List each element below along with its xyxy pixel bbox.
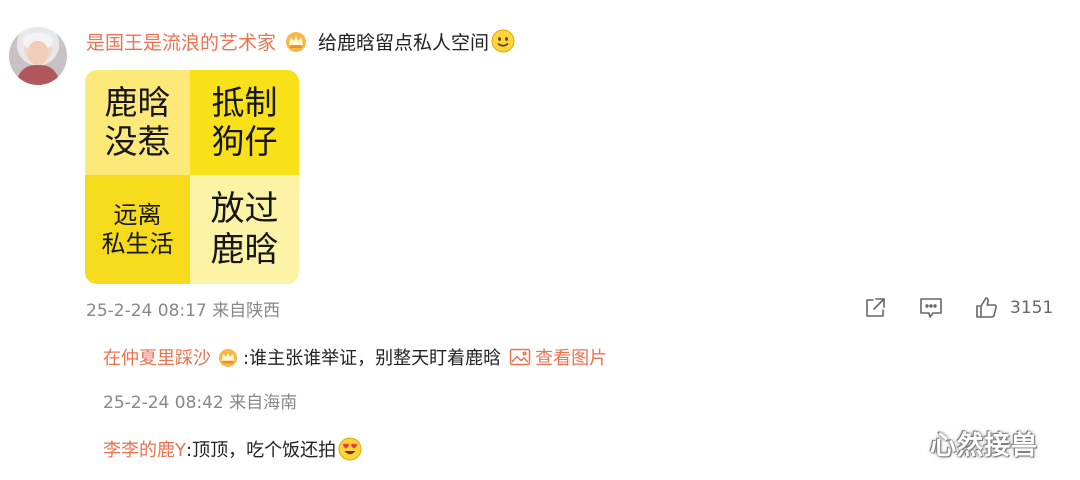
comment-item: 李李的鹿Y :顶顶，吃个饭还拍 (103, 436, 362, 462)
view-image-label: 查看图片 (535, 348, 608, 369)
image-icon (509, 348, 531, 366)
comment-location: 来自海南 (229, 393, 298, 413)
author-avatar[interactable] (9, 27, 67, 85)
image-cell: 抵制 狗仔 (190, 70, 299, 175)
like-count: 3151 (1010, 298, 1054, 318)
share-icon[interactable] (860, 294, 890, 322)
image-cell: 放过 鹿晗 (190, 175, 299, 284)
post-location: 来自陕西 (212, 301, 281, 321)
comment-icon[interactable] (916, 294, 946, 322)
image-cell-line: 远离 (113, 201, 162, 230)
avatar-face (28, 41, 48, 65)
view-image-link[interactable]: 查看图片 (509, 344, 607, 370)
post-timestamp: 25-2-24 08:17 (86, 301, 207, 321)
post-image[interactable]: 鹿晗 没惹 抵制 狗仔 远离 私生活 放过 鹿晗 (85, 70, 299, 284)
image-cell: 远离 私生活 (85, 175, 190, 284)
smile-emoji-icon (491, 29, 515, 53)
avatar-shirt (17, 65, 59, 85)
comment-item: 在仲夏里踩沙 :谁主张谁举证，别整天盯着鹿晗 查看图片 (103, 344, 607, 370)
post-actions: 3151 (860, 294, 1053, 322)
image-cell-line: 抵制 (211, 82, 278, 122)
comment-text: :谁主张谁举证，别整天盯着鹿晗 (243, 348, 502, 369)
post-text: 给鹿晗留点私人空间 (318, 31, 490, 54)
post-header: 是国王是流浪的艺术家 给鹿晗留点私人空间 (86, 26, 515, 56)
post-meta: 25-2-24 08:17 来自陕西 (86, 296, 280, 321)
image-cell-line: 鹿晗 (104, 82, 171, 122)
comment-meta: 25-2-24 08:42 来自海南 (103, 388, 297, 413)
image-cell: 鹿晗 没惹 (85, 70, 190, 175)
crown-badge-icon (284, 30, 308, 52)
comment-timestamp: 25-2-24 08:42 (103, 393, 224, 413)
crown-badge-icon (217, 347, 239, 367)
comment-text: :顶顶，吃个饭还拍 (186, 440, 337, 461)
watermark: 心然接兽 (930, 431, 1039, 461)
heart-eyes-emoji-icon (338, 437, 362, 461)
like-icon[interactable] (972, 294, 1002, 322)
author-username[interactable]: 是国王是流浪的艺术家 (86, 28, 276, 55)
image-cell-line: 放过 (210, 189, 279, 230)
image-cell-line: 鹿晗 (210, 229, 279, 270)
comment-username[interactable]: 李李的鹿Y (103, 436, 186, 462)
image-cell-line: 狗仔 (211, 121, 278, 161)
comment-username[interactable]: 在仲夏里踩沙 (103, 344, 211, 370)
image-cell-line: 私生活 (101, 229, 174, 258)
image-cell-line: 没惹 (104, 121, 171, 161)
